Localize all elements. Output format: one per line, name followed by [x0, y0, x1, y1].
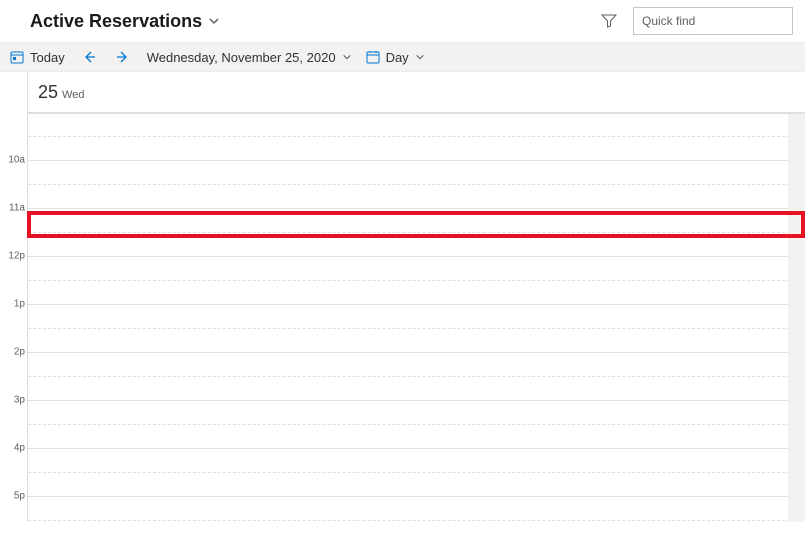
date-text: Wednesday, November 25, 2020 — [147, 50, 336, 65]
calendar-today-icon — [10, 50, 24, 64]
time-slot[interactable] — [28, 160, 805, 208]
chevron-down-icon — [415, 52, 425, 62]
hour-line — [28, 112, 805, 113]
date-picker[interactable]: Wednesday, November 25, 2020 — [147, 50, 352, 65]
time-slot[interactable] — [28, 208, 805, 256]
time-gutter: 10a 11a 12p 1p 2p 3p 4p 5p — [0, 72, 27, 522]
time-grid[interactable] — [28, 114, 805, 522]
time-slot[interactable] — [28, 400, 805, 448]
day-number: 25 — [38, 82, 58, 103]
search-box[interactable] — [633, 7, 793, 35]
time-label: 2p — [14, 347, 25, 358]
search-input[interactable] — [642, 14, 797, 28]
view-title: Active Reservations — [30, 11, 202, 32]
time-slot[interactable] — [28, 352, 805, 400]
calendar-body: 10a 11a 12p 1p 2p 3p 4p 5p 25 Wed — [0, 72, 805, 522]
view-mode-label: Day — [386, 50, 409, 65]
next-button[interactable] — [113, 47, 133, 67]
arrow-left-icon — [82, 50, 96, 64]
chevron-down-icon — [342, 52, 352, 62]
time-label: 1p — [14, 299, 25, 310]
time-label: 12p — [8, 251, 25, 262]
time-slot[interactable] — [28, 448, 805, 496]
time-slot[interactable] — [28, 304, 805, 352]
time-label: 5p — [14, 491, 25, 502]
prev-button[interactable] — [79, 47, 99, 67]
day-header: 25 Wed — [28, 72, 805, 114]
day-column: 25 Wed — [27, 72, 805, 522]
calendar-icon — [366, 50, 380, 64]
arrow-right-icon — [116, 50, 130, 64]
today-label: Today — [30, 50, 65, 65]
scrollbar-track[interactable] — [788, 114, 805, 522]
header-right — [599, 7, 793, 35]
header-bar: Active Reservations — [0, 0, 805, 42]
half-hour-line — [28, 136, 805, 137]
view-mode-picker[interactable]: Day — [366, 50, 425, 65]
time-slot[interactable] — [28, 256, 805, 304]
time-label: 3p — [14, 395, 25, 406]
time-label: 11a — [9, 203, 25, 214]
today-button[interactable]: Today — [10, 50, 65, 65]
view-title-dropdown[interactable]: Active Reservations — [30, 11, 220, 32]
time-label: 10a — [8, 155, 25, 166]
filter-button[interactable] — [599, 11, 619, 31]
funnel-icon — [601, 13, 617, 29]
day-name: Wed — [62, 89, 84, 101]
chevron-down-icon — [208, 15, 220, 27]
time-slot[interactable] — [28, 496, 805, 544]
time-label: 4p — [14, 443, 25, 454]
calendar-toolbar: Today Wednesday, November 25, 2020 Day — [0, 42, 805, 72]
